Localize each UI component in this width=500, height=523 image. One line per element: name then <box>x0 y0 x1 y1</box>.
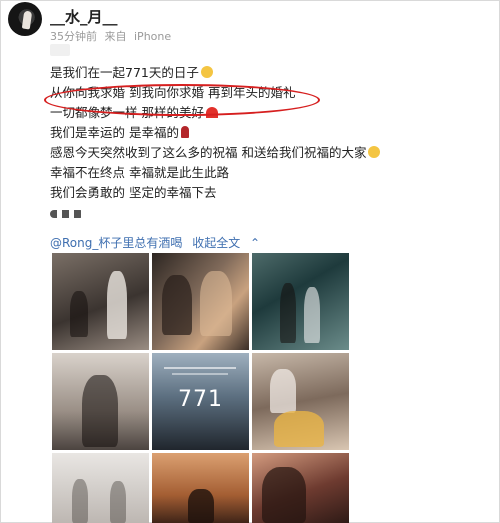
post-line-5: 感恩今天突然收到了这么多的祝福 和送给我们祝福的大家 <box>50 143 470 163</box>
caption-line <box>164 367 236 369</box>
figure <box>274 411 324 447</box>
post-meta: 35分钟前 来自 iPhone <box>50 28 175 44</box>
figure <box>262 467 306 523</box>
username[interactable]: __水_月__ <box>50 6 118 27</box>
figure <box>188 489 214 523</box>
photo-tile-3[interactable] <box>252 253 349 350</box>
photo-tile-5[interactable]: 771 <box>152 353 249 450</box>
emoji-row-icon <box>50 209 84 218</box>
photo-tile-9[interactable] <box>252 453 349 523</box>
photo-tile-4[interactable] <box>52 353 149 450</box>
post-line-1: 是我们在一起771天的日子 <box>50 63 470 83</box>
rose-icon <box>180 126 189 138</box>
figure <box>82 375 118 447</box>
figure <box>280 283 296 343</box>
figure <box>200 271 232 336</box>
source-prefix: 来自 <box>104 30 127 43</box>
photo-tile-6[interactable] <box>252 353 349 450</box>
figure <box>162 275 192 335</box>
photo-tile-7[interactable] <box>52 453 149 523</box>
figure <box>270 369 296 413</box>
mention-link[interactable]: @Rong_杯子里总有酒喝 <box>50 236 182 250</box>
figure <box>72 479 88 523</box>
post-source[interactable]: iPhone <box>134 30 171 43</box>
figure <box>110 481 126 523</box>
post-time: 35分钟前 <box>50 30 97 43</box>
collapse-link[interactable]: 收起全文 ⌃ <box>192 236 266 250</box>
highlight-ellipse <box>44 84 320 116</box>
figure <box>70 291 88 337</box>
day-count: 771 <box>178 387 223 412</box>
smile-icon <box>200 66 213 78</box>
smile-icon <box>368 146 381 158</box>
figure <box>107 271 127 339</box>
post-line-4: 我们是幸运的 是幸福的 <box>50 123 470 143</box>
figure <box>304 287 320 343</box>
post-line-7: 我们会勇敢的 坚定的幸福下去 <box>50 185 217 200</box>
blurred-tag <box>50 44 70 56</box>
post-line-8 <box>50 203 470 223</box>
photo-tile-8[interactable] <box>152 453 249 523</box>
post-line-6: 幸福不在终点 幸福就是此生此路 <box>50 165 229 180</box>
photo-tile-2[interactable] <box>152 253 249 350</box>
post-footer-links: @Rong_杯子里总有酒喝 收起全文 ⌃ <box>50 234 272 251</box>
caption-line <box>172 373 228 375</box>
avatar[interactable] <box>8 2 42 36</box>
chevron-up-icon: ⌃ <box>250 236 261 250</box>
photo-tile-1[interactable] <box>52 253 149 350</box>
